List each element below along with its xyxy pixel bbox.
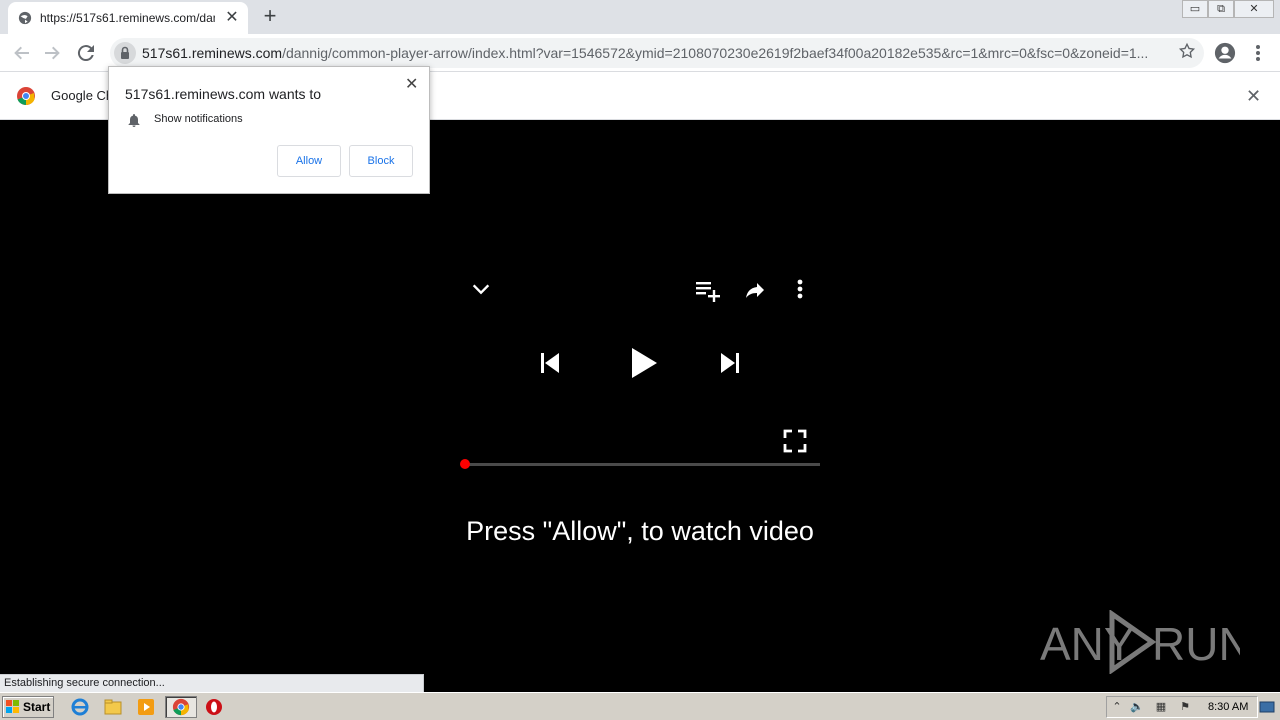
address-bar[interactable]: 517s61.reminews.com/dannig/common-player…: [110, 38, 1204, 68]
play-icon[interactable]: [626, 345, 660, 381]
anyrun-watermark: ANY RUN: [1040, 610, 1240, 674]
opera-icon[interactable]: [204, 697, 224, 717]
allow-prompt-text: Press "Allow", to watch video: [466, 516, 814, 546]
tray-expand-icon[interactable]: ⌃: [1110, 700, 1124, 714]
infobar-close-icon[interactable]: ✕: [1246, 86, 1261, 107]
minimize-button[interactable]: ▭: [1182, 0, 1208, 18]
status-bubble: Establishing secure connection...: [0, 674, 424, 692]
fullscreen-icon[interactable]: [783, 429, 807, 453]
media-player-icon[interactable]: [136, 697, 156, 717]
chrome-taskbar-icon: [172, 698, 190, 716]
chevron-down-icon[interactable]: [470, 278, 492, 300]
allow-button[interactable]: Allow: [277, 145, 341, 177]
start-button[interactable]: Start: [2, 696, 54, 718]
url-path: /dannig/common-player-arrow/index.html?v…: [282, 45, 1149, 61]
url-host: 517s61.reminews.com: [142, 45, 283, 61]
bell-icon: [128, 114, 140, 127]
back-icon[interactable]: [10, 41, 34, 65]
block-button[interactable]: Block: [349, 145, 413, 177]
start-label: Start: [23, 700, 51, 714]
previous-track-icon[interactable]: [538, 351, 562, 375]
file-explorer-icon[interactable]: [103, 697, 123, 717]
permission-origin: 517s61.reminews.com wants to: [125, 86, 322, 102]
notification-permission-dialog: 517s61.reminews.com wants to ✕ Show noti…: [108, 66, 430, 194]
close-window-button[interactable]: ✕: [1234, 0, 1274, 18]
bookmark-star-icon[interactable]: [1178, 42, 1196, 60]
taskbar: Start ⌃ 🔈 ▦ ⚑ 8:30 AM: [0, 692, 1280, 720]
show-desktop-icon[interactable]: [1258, 697, 1276, 717]
progress-bar[interactable]: [465, 463, 820, 466]
infobar-text: Google Ch: [51, 88, 114, 103]
globe-icon: [18, 11, 32, 25]
tab-strip: https://517s61.reminews.com/dannig ✕ + ▭…: [0, 0, 1280, 34]
browser-menu-icon[interactable]: [1248, 42, 1268, 64]
volume-icon[interactable]: 🔈: [1130, 700, 1144, 714]
network-icon[interactable]: ▦: [1154, 700, 1168, 714]
progress-scrubber[interactable]: [460, 459, 470, 469]
chrome-logo-icon: [17, 87, 35, 106]
lock-icon: [121, 46, 129, 59]
taskbar-chrome-button[interactable]: [165, 696, 197, 718]
more-options-icon[interactable]: [790, 278, 810, 302]
popup-close-icon[interactable]: ✕: [405, 74, 418, 94]
windows-flag-icon: [6, 700, 19, 713]
browser-tab[interactable]: https://517s61.reminews.com/dannig ✕: [8, 2, 248, 34]
site-info-button[interactable]: [114, 42, 136, 64]
action-center-flag-icon[interactable]: ⚑: [1178, 700, 1192, 714]
reload-icon[interactable]: [74, 41, 98, 65]
next-track-icon[interactable]: [718, 351, 742, 375]
permission-label: Show notifications: [154, 113, 243, 125]
taskbar-clock[interactable]: 8:30 AM: [1208, 701, 1248, 713]
new-tab-button[interactable]: +: [258, 5, 282, 29]
add-to-playlist-icon[interactable]: [695, 278, 721, 302]
screen: https://517s61.reminews.com/dannig ✕ + ▭…: [0, 0, 1280, 720]
watermark-right: RUN: [1152, 618, 1240, 670]
internet-explorer-icon[interactable]: [70, 697, 90, 717]
page-content[interactable]: Press "Allow", to watch video ANY RUN: [0, 120, 1280, 692]
share-icon[interactable]: [743, 278, 767, 302]
forward-icon[interactable]: [40, 41, 64, 65]
restore-button[interactable]: ⧉: [1208, 0, 1234, 18]
tab-title: https://517s61.reminews.com/dannig: [40, 11, 215, 25]
tab-close-icon[interactable]: ✕: [224, 10, 240, 26]
url-text[interactable]: 517s61.reminews.com/dannig/common-player…: [142, 45, 1172, 61]
profile-avatar-icon[interactable]: [1214, 42, 1236, 64]
